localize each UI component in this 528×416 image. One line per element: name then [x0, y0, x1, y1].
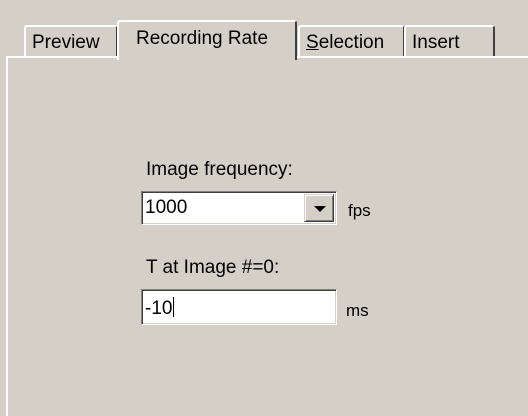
tab-selection-label-rest: election: [318, 32, 385, 53]
t-at-image-input[interactable]: -10: [141, 289, 337, 325]
tab-selection-accelerator: S: [306, 32, 319, 53]
text-caret: [173, 297, 175, 317]
top-strip: [0, 0, 528, 10]
tab-preview-label: Preview: [32, 32, 100, 53]
tab-selection[interactable]: Selection: [298, 25, 405, 58]
dropdown-button[interactable]: [304, 194, 334, 222]
t-at-image-label: T at Image #=0:: [146, 257, 280, 278]
t-at-image-value-text: -10: [145, 298, 173, 319]
tab-recording-rate[interactable]: Recording Rate: [117, 20, 297, 60]
tab-insert[interactable]: Insert: [404, 25, 495, 58]
image-frequency-select[interactable]: 1000: [141, 191, 337, 225]
image-frequency-label: Image frequency:: [146, 159, 293, 180]
tab-page-panel: [6, 56, 528, 416]
active-tab-gap: [121, 56, 293, 59]
t-at-image-unit: ms: [346, 301, 369, 320]
image-frequency-value: 1000: [145, 197, 188, 218]
tab-preview[interactable]: Preview: [24, 25, 118, 58]
tab-recording-rate-label: Recording Rate: [136, 28, 269, 49]
image-frequency-unit: fps: [348, 201, 371, 220]
chevron-down-icon: [314, 206, 326, 212]
t-at-image-value: -10: [145, 297, 175, 319]
tab-selection-label: Selection: [306, 33, 384, 52]
tab-insert-label: Insert: [412, 32, 460, 53]
